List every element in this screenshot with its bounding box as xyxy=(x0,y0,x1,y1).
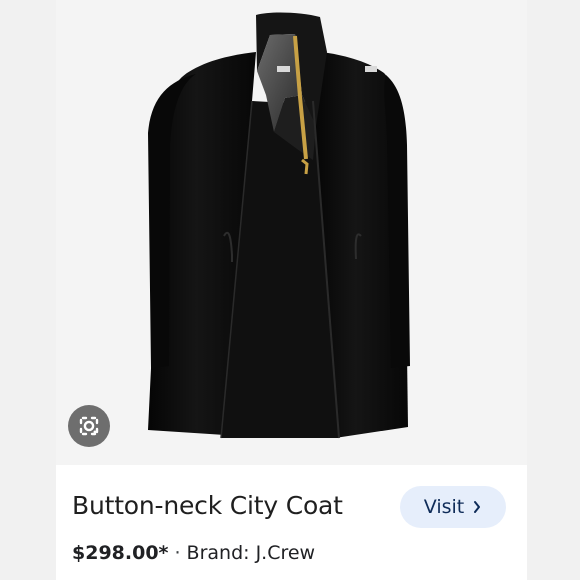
meta-separator: · xyxy=(174,542,181,564)
product-image-panel[interactable] xyxy=(56,0,527,465)
chevron-right-icon xyxy=(474,501,481,513)
price-brand-row: $298.00* · Brand: J.Crew xyxy=(72,542,315,564)
product-title[interactable]: Button-neck City Coat xyxy=(72,491,343,520)
brand: Brand: J.Crew xyxy=(186,542,316,564)
google-lens-button[interactable] xyxy=(68,405,110,447)
visit-button[interactable]: Visit xyxy=(400,486,506,528)
visit-button-label: Visit xyxy=(423,496,465,518)
black-coat-image xyxy=(148,12,410,439)
product-info-card: Button-neck City Coat Visit $298.00* · Bra… xyxy=(56,465,527,580)
coat-shape xyxy=(148,12,410,439)
google-lens-icon xyxy=(79,416,99,436)
google-shopping-result-screen: Button-neck City Coat Visit $298.00* · Bra… xyxy=(0,0,580,580)
price: $298.00* xyxy=(72,542,169,564)
